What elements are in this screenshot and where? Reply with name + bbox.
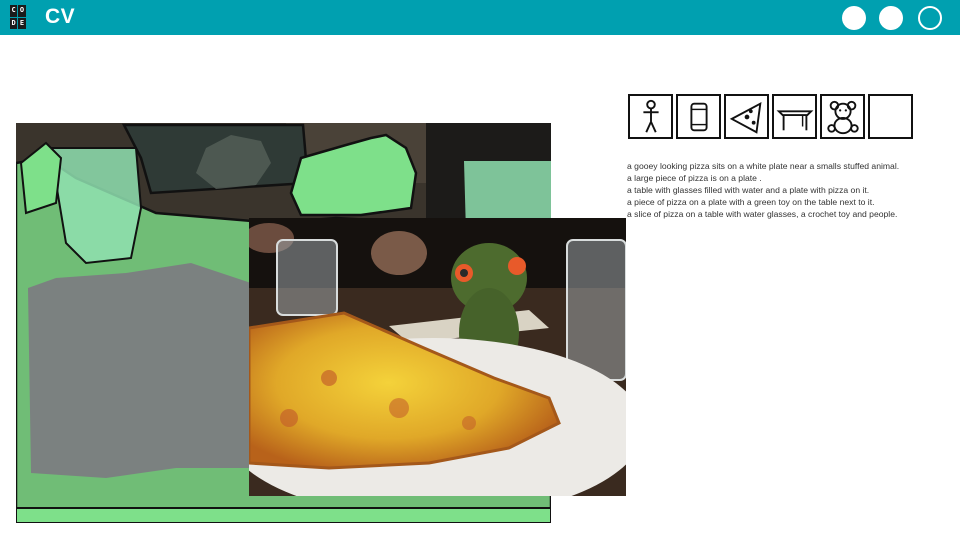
nav-dot-1[interactable]: [842, 6, 866, 30]
pizza-topping: [280, 409, 298, 427]
empty-icon-slot[interactable]: [868, 94, 913, 139]
water-glass-left: [276, 239, 338, 316]
caption-item: a slice of pizza on a table with water g…: [627, 209, 898, 219]
pizza-icon: [729, 101, 761, 134]
page-title: CV: [45, 5, 76, 28]
logo-letter-e: E: [18, 17, 26, 29]
hand: [371, 231, 427, 275]
person-icon[interactable]: [628, 94, 673, 139]
cup-icon: [689, 102, 708, 131]
source-photo: [249, 218, 626, 496]
object-icon-strip: [628, 94, 913, 139]
teddy-bear-icon[interactable]: [820, 94, 865, 139]
pizza-topping: [462, 416, 476, 430]
logo-letter-o: O: [18, 5, 26, 17]
caption-item: a piece of pizza on a plate with a green…: [627, 197, 875, 207]
logo-gap: [27, 5, 34, 17]
table-icon: [776, 109, 813, 130]
crochet-toy-pupil: [460, 269, 468, 277]
water-glass-right: [566, 239, 626, 381]
caption-item: a table with glasses filled with water a…: [627, 185, 870, 195]
logo-letter-c: C: [10, 5, 18, 17]
teddy-bear-icon: [826, 100, 859, 134]
photo-canvas: [249, 218, 626, 496]
pizza-topping: [321, 370, 337, 386]
code-logo[interactable]: C O D E: [10, 5, 34, 29]
caption-list: a gooey looking pizza sits on a white pl…: [627, 160, 947, 220]
nav-dot-2[interactable]: [879, 6, 903, 30]
header-bar: C O D E CV: [0, 0, 960, 35]
caption-item: a gooey looking pizza sits on a white pl…: [627, 161, 900, 171]
nav-dot-3[interactable]: [918, 6, 942, 30]
pizza-topping: [389, 398, 409, 418]
crochet-toy-eye: [508, 257, 526, 275]
cup-icon[interactable]: [676, 94, 721, 139]
logo-letter-d: D: [10, 17, 18, 29]
table-edge: [16, 507, 551, 523]
pizza-icon[interactable]: [724, 94, 769, 139]
pizza-mask: [28, 263, 251, 478]
logo-gap: [27, 18, 34, 30]
caption-item: a large piece of pizza is on a plate .: [627, 173, 762, 183]
person-icon: [642, 99, 659, 133]
table-icon[interactable]: [772, 94, 817, 139]
